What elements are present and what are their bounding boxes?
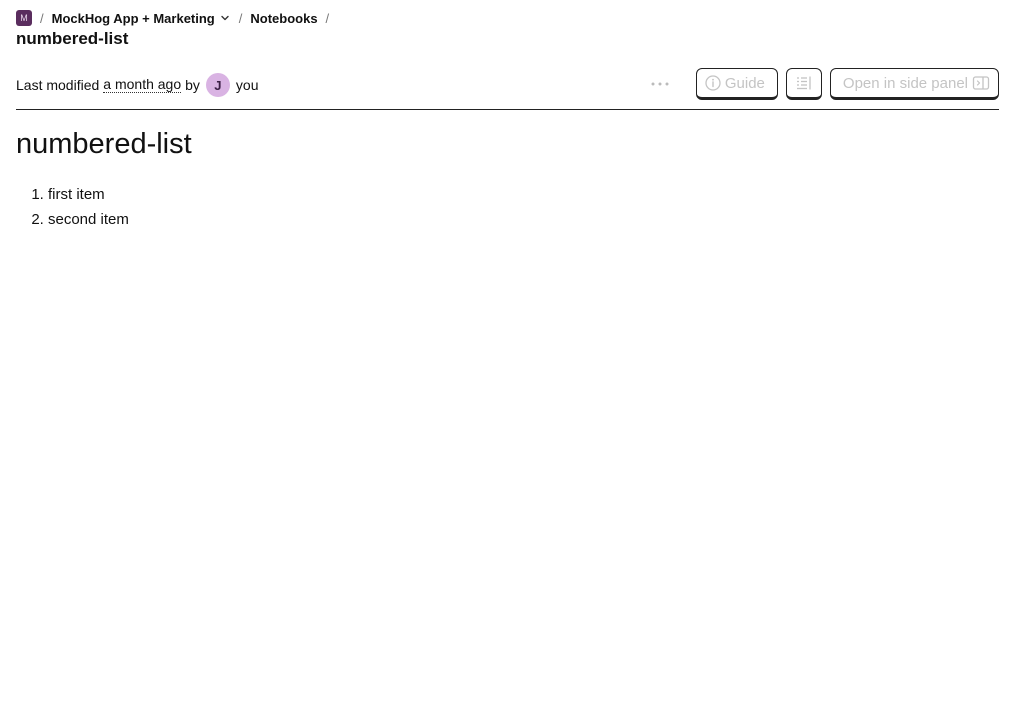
list-item[interactable]: first item <box>48 184 129 209</box>
breadcrumb-separator: / <box>325 10 330 26</box>
author-name: you <box>235 77 259 93</box>
breadcrumb: M / MockHog App + Marketing / Notebooks … <box>16 9 337 27</box>
table-of-contents-icon <box>796 76 811 90</box>
list-item[interactable]: second item <box>48 209 129 234</box>
last-modified-info: Last modified a month ago by J you <box>16 72 259 98</box>
breadcrumb-project-label: MockHog App + Marketing <box>51 10 215 26</box>
breadcrumb-notebooks[interactable]: Notebooks <box>250 11 317 26</box>
side-panel-icon <box>972 76 990 90</box>
avatar: J <box>205 73 230 97</box>
page-title: numbered-list <box>16 29 129 48</box>
last-modified-time[interactable]: a month ago <box>103 77 182 93</box>
breadcrumb-separator: / <box>238 10 243 26</box>
guide-button-label: Guide <box>724 74 765 92</box>
chevron-down-icon <box>221 15 229 21</box>
more-horizontal-icon <box>651 82 669 86</box>
notebook-page: M / MockHog App + Marketing / Notebooks … <box>0 0 1015 720</box>
last-modified-prefix: Last modified <box>16 77 100 93</box>
last-modified-by: by <box>185 77 200 93</box>
numbered-list[interactable]: first item second item <box>16 184 129 234</box>
project-badge: M <box>16 10 32 26</box>
notebook-heading[interactable]: numbered-list <box>16 128 192 161</box>
info-icon <box>705 75 721 91</box>
guide-button[interactable]: Guide <box>695 68 778 100</box>
open-in-side-panel-button[interactable]: Open in side panel <box>829 68 999 100</box>
breadcrumb-separator: / <box>40 10 44 26</box>
open-in-side-panel-label: Open in side panel <box>842 74 968 92</box>
header-divider <box>16 109 999 110</box>
notebook-toolbar: Guide Open in side panel <box>646 68 999 100</box>
breadcrumb-project[interactable]: MockHog App + Marketing <box>52 11 231 26</box>
more-options-button[interactable] <box>646 70 674 98</box>
table-of-contents-button[interactable] <box>785 68 822 100</box>
